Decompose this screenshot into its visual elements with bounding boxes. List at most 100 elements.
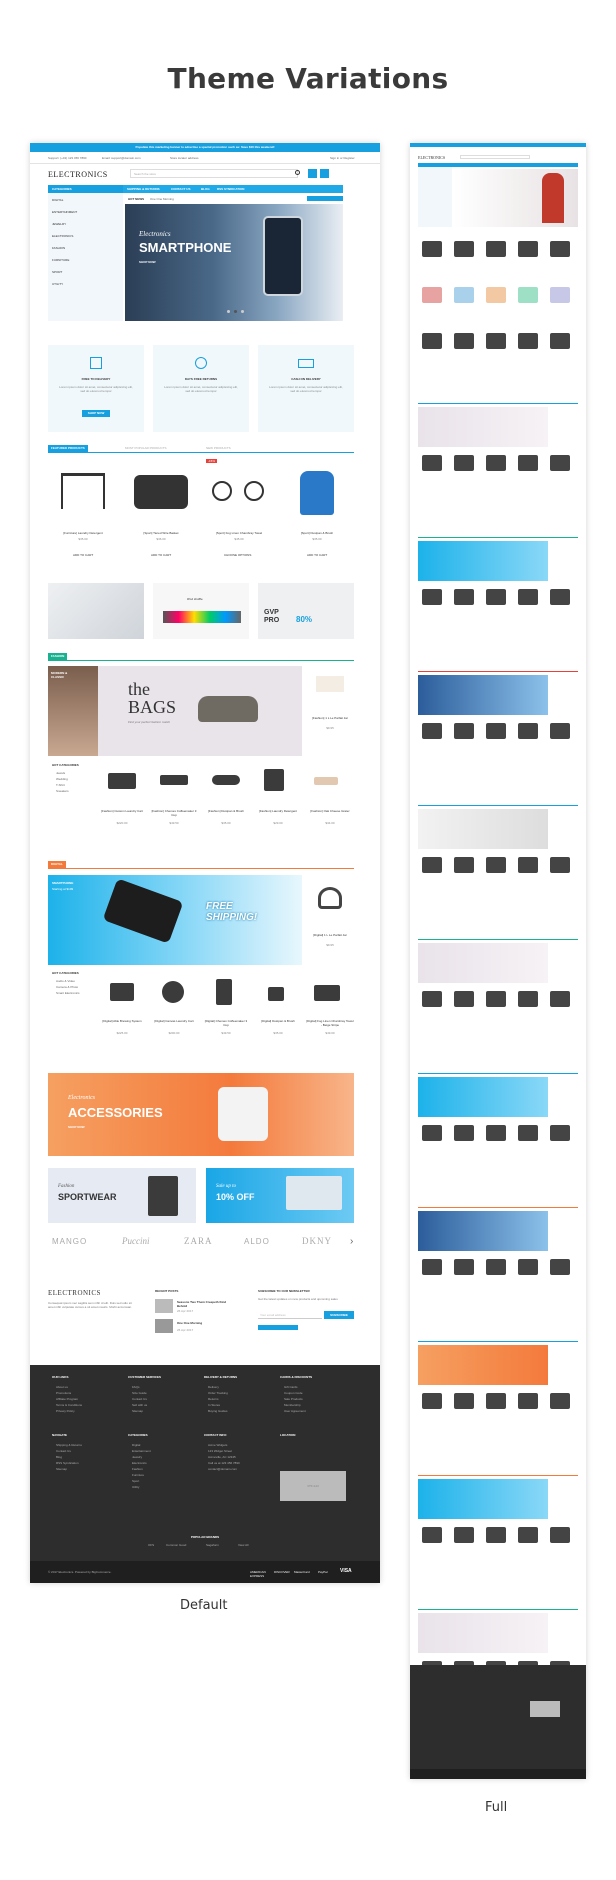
category-item[interactable]: DIGITAL: [52, 198, 63, 202]
product-image[interactable]: [550, 723, 570, 739]
footer-link[interactable]: User Agreement: [284, 1409, 306, 1413]
footer-link[interactable]: Returns: [208, 1397, 219, 1401]
product-name[interactable]: [Fashion] Oak Cheese Grater: [306, 809, 354, 813]
footer-link[interactable]: Delivery: [208, 1385, 219, 1389]
product-name[interactable]: [Fashion] Laundry Detergent: [254, 809, 302, 813]
section-tab[interactable]: [418, 1341, 578, 1342]
product-image[interactable]: [486, 857, 506, 873]
footer-link[interactable]: Order Tracking: [208, 1391, 228, 1395]
store-locator-link[interactable]: Store locator address: [170, 156, 199, 160]
section-banner[interactable]: [418, 1211, 548, 1251]
section-banner[interactable]: [418, 1345, 548, 1385]
section-tab[interactable]: [418, 403, 578, 404]
section-banner[interactable]: [418, 1479, 548, 1519]
category-item[interactable]: FASHION: [52, 246, 65, 250]
footer-link[interactable]: Jewelry: [132, 1455, 142, 1459]
promo-banner[interactable]: GVP PRO 80%: [258, 583, 354, 639]
tab-new[interactable]: NEW PRODUCTS: [206, 446, 231, 450]
product-image[interactable]: [518, 1527, 538, 1543]
product-image[interactable]: [518, 455, 538, 471]
hot-news-text[interactable]: One One Morning: [150, 197, 174, 201]
feature-cta[interactable]: SHOP NOW: [82, 410, 110, 417]
hot-category-item[interactable]: Smart Electronics: [56, 991, 80, 995]
brand-dkny[interactable]: DKNY: [302, 1236, 332, 1246]
sportwear-banner[interactable]: Fashion SPORTWEAR: [48, 1168, 196, 1223]
footer-link[interactable]: Fashion: [132, 1467, 143, 1471]
product-name[interactable]: [Fashion] Dustpan & Brush: [202, 809, 250, 813]
footer-link[interactable]: Acmeville, AC 12345: [208, 1455, 236, 1459]
product-image[interactable]: [454, 333, 474, 349]
product-card[interactable]: [Furniture] Laundry Detergent $35.00 ADD…: [48, 465, 118, 565]
nav-link-rss[interactable]: RSS SYNDICATION: [217, 187, 244, 191]
product-image[interactable]: [422, 723, 442, 739]
footer-link[interactable]: Affiliate Program: [56, 1397, 78, 1401]
product-image[interactable]: [486, 287, 506, 303]
product-image[interactable]: [518, 287, 538, 303]
product-image[interactable]: [550, 455, 570, 471]
section-banner[interactable]: [418, 943, 548, 983]
promo-banner[interactable]: iPod shuffle: [153, 583, 249, 639]
nav-link-shipping[interactable]: SHIPPING & RETURNS: [127, 187, 160, 191]
accessories-banner[interactable]: Electronics ACCESSORIES SHOP NOW: [48, 1073, 354, 1156]
footer-link[interactable]: Furniture: [132, 1473, 144, 1477]
product-name[interactable]: [Furniture] Laundry Detergent: [48, 531, 118, 535]
product-image[interactable]: [518, 1259, 538, 1275]
hero-slider[interactable]: [454, 169, 578, 227]
category-item[interactable]: UTILITY: [52, 282, 63, 286]
side-product[interactable]: [Digital] 1 L Le Parfait Jar $9.95: [306, 875, 354, 965]
product-image[interactable]: [550, 857, 570, 873]
product-image[interactable]: [454, 857, 474, 873]
product-image[interactable]: [422, 1393, 442, 1409]
product-image[interactable]: [486, 1259, 506, 1275]
footer-link[interactable]: Entertainment: [132, 1449, 151, 1453]
digital-banner[interactable]: SMARTPHONE Starting at $199 FREE SHIPPIN…: [48, 875, 302, 965]
product-image[interactable]: [518, 991, 538, 1007]
chevron-right-icon[interactable]: ›: [350, 1236, 353, 1247]
search-input[interactable]: [460, 155, 530, 159]
hot-category-item[interactable]: Audio & Video: [56, 979, 75, 983]
product-image[interactable]: [422, 241, 442, 257]
section-banner[interactable]: [418, 675, 548, 715]
footer-link[interactable]: FAQs: [132, 1385, 140, 1389]
section-banner[interactable]: [418, 1613, 548, 1653]
footer-link[interactable]: 123 Widget Street: [208, 1449, 232, 1453]
footer-link[interactable]: Contact Us: [132, 1397, 147, 1401]
footer-link[interactable]: Coupon Code: [284, 1391, 303, 1395]
categories-button[interactable]: CATEGORIES: [48, 185, 123, 193]
product-card[interactable]: [Sport] Dustpan & Brush $35.00 ADD TO CA…: [282, 465, 352, 565]
product-image[interactable]: [518, 723, 538, 739]
section-banner[interactable]: [418, 809, 548, 849]
accessories-cta[interactable]: SHOP NOW: [68, 1125, 85, 1129]
product-image[interactable]: [550, 589, 570, 605]
section-banner[interactable]: [418, 541, 548, 581]
discount-banner[interactable]: Sale up to 10% OFF: [206, 1168, 354, 1223]
product-image[interactable]: [550, 1259, 570, 1275]
section-tab[interactable]: [418, 1475, 578, 1476]
product-image[interactable]: [518, 857, 538, 873]
product-image[interactable]: [518, 1393, 538, 1409]
compare-icon[interactable]: [308, 169, 317, 178]
footer-link[interactable]: Utility: [132, 1485, 139, 1489]
footer-link[interactable]: Privacy Policy: [56, 1409, 75, 1413]
product-name[interactable]: [Sport] Dustpan & Brush: [282, 531, 352, 535]
product-image[interactable]: [550, 333, 570, 349]
footer-link[interactable]: Gift Cards: [284, 1385, 298, 1389]
hot-category-item[interactable]: Sneakers: [56, 789, 69, 793]
product-image[interactable]: [422, 991, 442, 1007]
product-image[interactable]: [422, 455, 442, 471]
logo[interactable]: ELECTRONICS: [48, 170, 108, 179]
tab-fashion[interactable]: FASHION: [48, 653, 68, 660]
brand-aldo[interactable]: ALDO: [244, 1237, 270, 1246]
slider-cta[interactable]: SHOP NOW: [139, 260, 156, 264]
section-tab[interactable]: [418, 1207, 578, 1208]
product-name[interactable]: [Digital] Able Brewing System: [98, 1019, 146, 1023]
footer-link[interactable]: Promotions: [56, 1391, 71, 1395]
category-item[interactable]: JEWELRY: [52, 222, 66, 226]
hero-slider[interactable]: Electronics SMARTPHONE SHOP NOW: [125, 204, 343, 321]
cart-icon[interactable]: [320, 169, 329, 178]
product-image[interactable]: [422, 333, 442, 349]
product-image[interactable]: [486, 455, 506, 471]
brand-puccini[interactable]: Puccini: [122, 1236, 150, 1246]
product-name[interactable]: [Digital] Fog Linen Chambray Towel - Bei…: [306, 1019, 354, 1027]
product-image[interactable]: [486, 723, 506, 739]
